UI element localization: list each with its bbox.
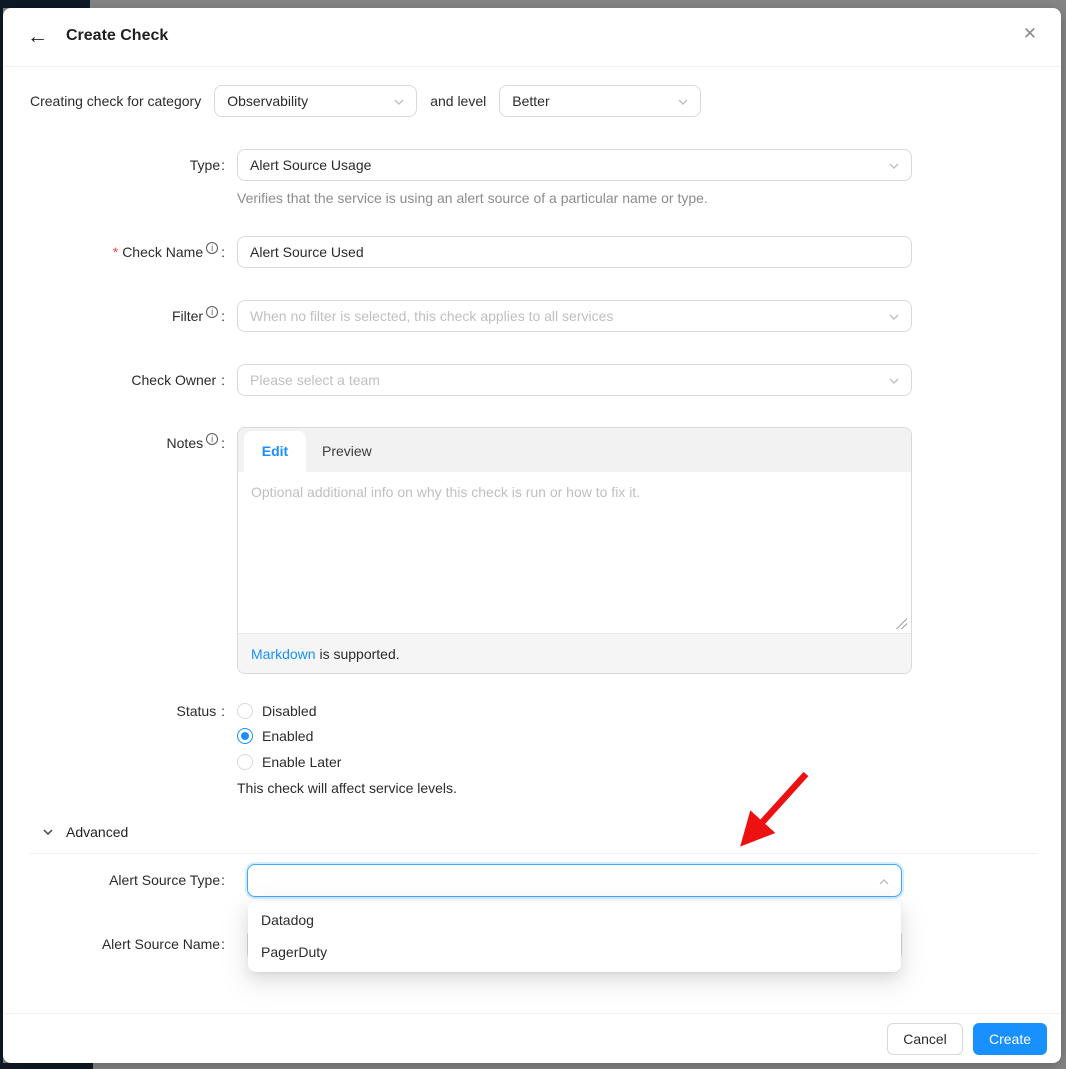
notes-label-text: Notes xyxy=(166,435,204,451)
type-label-text: Type xyxy=(189,157,221,173)
label-colon: : xyxy=(221,308,225,324)
footer-divider xyxy=(3,1013,1061,1014)
chevron-down-icon xyxy=(889,314,899,320)
level-select[interactable]: Better xyxy=(499,85,702,117)
radio-circle-icon xyxy=(237,753,253,770)
check-name-input[interactable] xyxy=(237,236,912,268)
chevron-down-icon xyxy=(43,829,53,836)
notes-footer: Markdown is supported. xyxy=(238,633,911,673)
type-help-text: Verifies that the service is using an al… xyxy=(237,190,708,206)
advanced-toggle[interactable]: Advanced xyxy=(42,824,128,840)
create-button[interactable]: Create xyxy=(973,1023,1047,1055)
option-datadog[interactable]: Datadog xyxy=(248,904,901,936)
label-colon: : xyxy=(221,703,225,719)
category-row-middle: and level xyxy=(430,93,487,109)
category-row-prefix: Creating check for category xyxy=(30,93,202,109)
page-behind-bottom-bar xyxy=(0,1063,93,1069)
advanced-label: Advanced xyxy=(66,824,129,840)
check-owner-select-placeholder: Please select a team xyxy=(250,372,380,388)
type-label: Type: xyxy=(3,149,231,181)
radio-enabled-label: Enabled xyxy=(262,728,314,745)
filter-label-text: Filter xyxy=(171,308,204,324)
close-icon[interactable]: ✕ xyxy=(1023,24,1037,44)
cancel-button[interactable]: Cancel xyxy=(887,1023,963,1055)
status-row: Status : Disabled Enabled Enable Later xyxy=(3,698,912,775)
chevron-down-icon xyxy=(678,99,688,105)
page-title: Create Check xyxy=(66,27,169,44)
category-level-row: Creating check for category Observabilit… xyxy=(30,85,714,117)
filter-label: Filter i: xyxy=(3,300,231,332)
check-name-row: * Check Name i: xyxy=(3,236,912,268)
markdown-link[interactable]: Markdown xyxy=(251,646,316,662)
chevron-up-icon xyxy=(879,879,889,885)
check-name-label: * Check Name i: xyxy=(3,236,231,268)
notes-label: Notes i: xyxy=(3,427,231,674)
radio-enable-later-label: Enable Later xyxy=(262,753,342,770)
filter-select[interactable]: When no filter is selected, this check a… xyxy=(237,300,912,332)
filter-select-placeholder: When no filter is selected, this check a… xyxy=(250,308,614,324)
tab-edit[interactable]: Edit xyxy=(244,431,306,472)
alert-source-type-select[interactable] xyxy=(247,864,902,897)
check-owner-row: Check Owner : Please select a team xyxy=(3,364,912,396)
label-colon: : xyxy=(221,372,225,388)
check-owner-label: Check Owner : xyxy=(3,364,231,396)
alert-source-name-label: Alert Source Name: xyxy=(3,928,231,961)
notes-editor: Edit Preview Markdown is supported. xyxy=(237,427,912,674)
status-label: Status : xyxy=(3,698,231,775)
notes-footer-text: is supported. xyxy=(315,646,400,662)
radio-disabled-label: Disabled xyxy=(262,702,317,719)
header-divider xyxy=(3,66,1061,67)
create-check-modal: ← Create Check ✕ Creating check for cate… xyxy=(3,8,1061,1063)
chevron-down-icon xyxy=(889,378,899,384)
label-colon: : xyxy=(221,435,225,451)
chevron-down-icon xyxy=(889,163,899,169)
chevron-down-icon xyxy=(394,99,404,105)
notes-textarea[interactable] xyxy=(238,472,911,633)
modal-header: ← Create Check ✕ xyxy=(3,8,1061,66)
required-asterisk: * xyxy=(112,244,119,260)
alert-source-type-label: Alert Source Type: xyxy=(3,864,231,897)
alert-source-type-dropdown: Datadog PagerDuty xyxy=(248,901,901,972)
info-icon: i xyxy=(206,306,219,318)
info-icon: i xyxy=(206,242,219,254)
type-select-value: Alert Source Usage xyxy=(250,157,372,173)
category-select[interactable]: Observability xyxy=(214,85,418,117)
check-name-label-text: Check Name xyxy=(122,244,204,260)
alert-source-type-label-text: Alert Source Type xyxy=(109,872,221,888)
radio-enabled[interactable]: Enabled xyxy=(237,724,912,750)
status-note: This check will affect service levels. xyxy=(237,780,457,796)
resize-grip-icon[interactable] xyxy=(896,618,907,629)
annotation-arrow xyxy=(740,771,809,847)
alert-source-name-label-text: Alert Source Name xyxy=(101,936,221,952)
info-icon: i xyxy=(206,433,219,445)
type-row: Type: Alert Source Usage xyxy=(3,149,912,181)
label-colon: : xyxy=(221,872,225,888)
notes-textarea-wrap xyxy=(238,472,911,633)
label-colon: : xyxy=(221,157,225,173)
radio-circle-icon xyxy=(237,702,253,719)
tab-preview[interactable]: Preview xyxy=(322,431,372,472)
radio-disabled[interactable]: Disabled xyxy=(237,698,912,724)
alert-source-type-row: Alert Source Type: xyxy=(3,864,902,897)
label-colon: : xyxy=(221,936,225,952)
page-behind-top-bar xyxy=(0,0,90,8)
notes-row: Notesi: Edit Preview Markdown is support… xyxy=(3,427,912,674)
back-arrow-icon[interactable]: ← xyxy=(27,25,48,49)
advanced-divider xyxy=(30,853,1038,854)
notes-tab-bar: Edit Preview xyxy=(238,428,911,472)
label-colon: : xyxy=(221,244,225,260)
filter-row: Filter i: When no filter is selected, thi… xyxy=(3,300,912,332)
level-select-value: Better xyxy=(512,93,550,109)
check-owner-label-text: Check Owner xyxy=(131,372,217,388)
status-label-text: Status xyxy=(176,703,217,719)
radio-enable-later[interactable]: Enable Later xyxy=(237,749,912,775)
category-select-value: Observability xyxy=(227,93,309,109)
option-pagerduty[interactable]: PagerDuty xyxy=(248,936,901,968)
check-owner-select[interactable]: Please select a team xyxy=(237,364,912,396)
radio-circle-checked-icon xyxy=(237,728,253,745)
type-select[interactable]: Alert Source Usage xyxy=(237,149,912,181)
